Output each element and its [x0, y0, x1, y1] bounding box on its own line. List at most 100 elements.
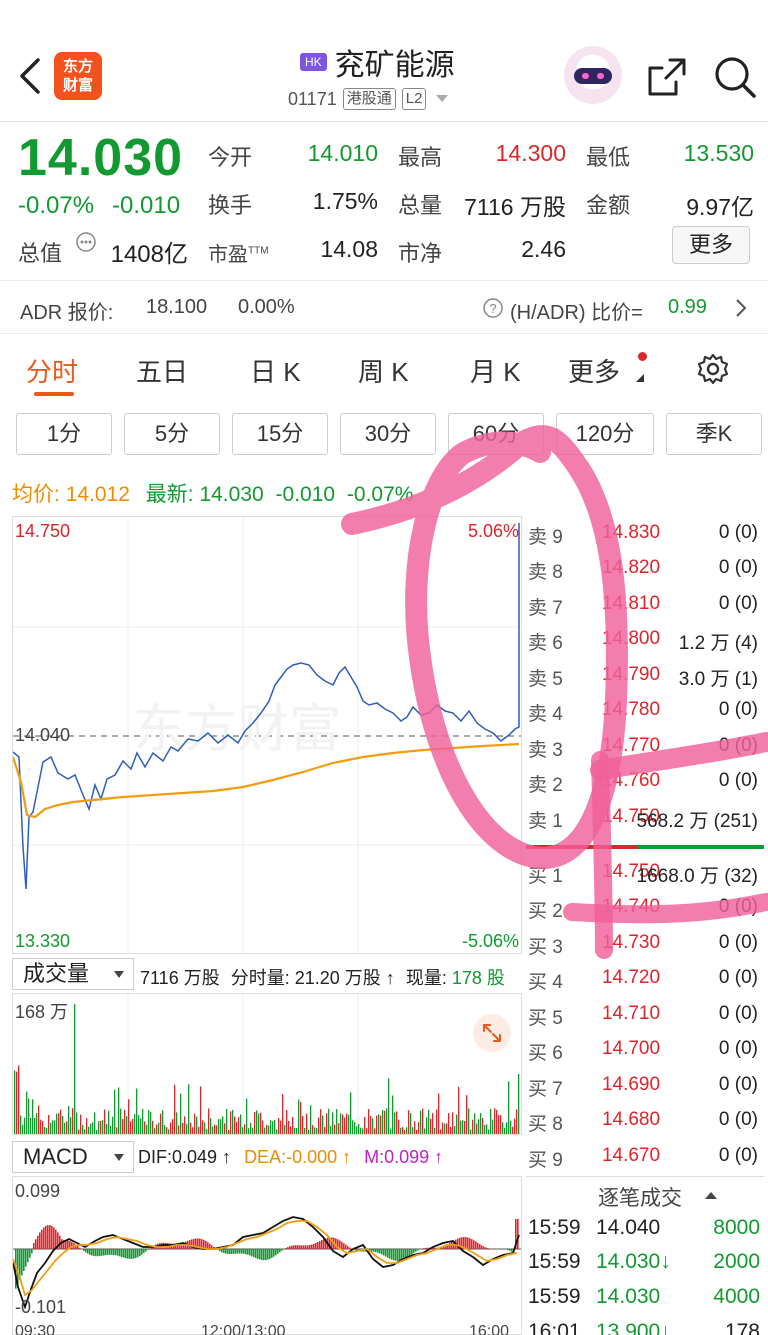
ask-level-3[interactable]: 卖 3 14.770 0 (0): [526, 729, 764, 764]
macd-histogram-bar: [395, 1249, 397, 1261]
macd-histogram-bar: [233, 1249, 235, 1254]
bid-level-3[interactable]: 买 3 14.730 0 (0): [526, 926, 764, 961]
volume-bar: [176, 1112, 178, 1134]
chevron-right-icon[interactable]: [734, 297, 748, 319]
trade-volume: 2000: [713, 1250, 760, 1273]
volume-bar: [22, 1124, 24, 1134]
bid-level-4[interactable]: 买 4 14.720 0 (0): [526, 961, 764, 996]
ask-level-6[interactable]: 卖 6 14.800 1.2 万 (4): [526, 622, 764, 657]
macd-indicator-select[interactable]: MACD: [12, 1141, 134, 1173]
intraday-chart[interactable]: 东方财富 14.750 14.040 13.330 5.06% -5.06%: [12, 516, 522, 954]
volume-bar: [86, 1118, 88, 1134]
macd-chart[interactable]: 0.099 -0.101 09:30 12:00/13:00 16:00: [12, 1176, 522, 1335]
volume-bar: [40, 1119, 42, 1134]
ask-level-1[interactable]: 卖 1 14.750 568.2 万 (251): [526, 800, 764, 835]
minute-volume-label: 分时量:: [230, 968, 290, 988]
volume-bar: [254, 1112, 256, 1134]
bid-level-8[interactable]: 买 8 14.680 0 (0): [526, 1103, 764, 1138]
tab-intraday[interactable]: 分时: [26, 352, 78, 389]
volume-bar: [88, 1126, 90, 1134]
tab-monthly-k[interactable]: 月 K: [470, 352, 521, 389]
volume-bar: [124, 1109, 126, 1134]
pct-axis-top: 5.06%: [467, 521, 519, 541]
volume-bar: [204, 1122, 206, 1134]
search-icon[interactable]: [712, 54, 758, 100]
settings-gear-icon[interactable]: [696, 352, 730, 386]
macd-histogram-bar: [413, 1249, 415, 1253]
tab-daily-k[interactable]: 日 K: [250, 352, 301, 389]
help-icon[interactable]: ?: [482, 297, 504, 319]
ask-level-2[interactable]: 卖 2 14.760 0 (0): [526, 764, 764, 799]
level-side: 买 7: [528, 1079, 563, 1100]
volume-bar: [416, 1129, 418, 1134]
macd-histogram-bar: [67, 1240, 69, 1249]
expand-button[interactable]: [473, 1014, 511, 1052]
tab-more[interactable]: 更多: [568, 352, 620, 389]
macd-histogram-bar: [409, 1249, 411, 1256]
volume-bar: [458, 1086, 460, 1134]
macd-histogram-bar: [259, 1249, 261, 1260]
price-axis-bottom: 13.330: [15, 931, 71, 951]
more-dots-icon[interactable]: [75, 231, 97, 253]
tab-five-day[interactable]: 五日: [136, 352, 188, 389]
ask-level-9[interactable]: 卖 9 14.830 0 (0): [526, 516, 764, 551]
bid-level-1[interactable]: 买 1 14.750 1668.0 万 (32): [526, 855, 764, 890]
volume-bar: [82, 1124, 84, 1134]
volume-bar: [494, 1108, 496, 1134]
volume-bar: [236, 1121, 238, 1134]
more-stats-button[interactable]: 更多: [672, 226, 750, 264]
period-quarterly-k[interactable]: 季K: [666, 413, 762, 455]
volume-bar: [58, 1113, 60, 1134]
bid-level-7[interactable]: 买 7 14.690 0 (0): [526, 1068, 764, 1103]
adr-bar[interactable]: ADR 报价: 18.100 0.00% ? (H/ADR) 比价= 0.99: [0, 280, 768, 334]
stock-subtitle[interactable]: 01171 港股通 L2: [288, 88, 450, 110]
volume-bar: [206, 1128, 208, 1134]
assistant-avatar[interactable]: [564, 46, 622, 104]
level-price: 14.720: [601, 967, 661, 988]
time-axis-start: 09:30: [15, 1323, 56, 1335]
tab-weekly-k[interactable]: 周 K: [358, 352, 409, 389]
trade-row: 15:59 14.040 8000: [526, 1212, 764, 1246]
volume-bar: [300, 1101, 302, 1134]
period-120min[interactable]: 120分: [556, 413, 654, 455]
back-arrow-icon[interactable]: [18, 56, 42, 96]
volume-bar: [38, 1105, 40, 1134]
ask-level-8[interactable]: 卖 8 14.820 0 (0): [526, 551, 764, 586]
volume-bar: [470, 1129, 472, 1134]
ask-level-4[interactable]: 卖 4 14.780 0 (0): [526, 693, 764, 728]
trades-title[interactable]: 逐笔成交: [598, 1182, 682, 1212]
volume-bar: [194, 1113, 196, 1134]
macd-histogram-bar: [263, 1249, 265, 1261]
macd-histogram-bar: [275, 1249, 277, 1256]
level-quantity: 0 (0): [718, 896, 758, 917]
level-side: 买 3: [528, 937, 563, 958]
level-price: 14.830: [601, 522, 661, 543]
macd-histogram-bar: [129, 1249, 131, 1259]
period-5min[interactable]: 5分: [124, 413, 220, 455]
volume-indicator-select[interactable]: 成交量: [12, 958, 134, 990]
sort-up-icon[interactable]: [704, 1190, 718, 1200]
macd-histogram-bar: [25, 1249, 27, 1267]
period-30min[interactable]: 30分: [340, 413, 436, 455]
app-logo[interactable]: 东方 财富: [54, 52, 102, 100]
volume-chart[interactable]: 168 万: [12, 993, 522, 1135]
ask-level-5[interactable]: 卖 5 14.790 3.0 万 (1): [526, 658, 764, 693]
bid-level-2[interactable]: 买 2 14.740 0 (0): [526, 890, 764, 925]
period-60min[interactable]: 60分: [448, 413, 544, 455]
volume-bars: [14, 994, 520, 1134]
level-quantity: 0 (0): [718, 1145, 758, 1166]
bid-level-6[interactable]: 买 6 14.700 0 (0): [526, 1032, 764, 1067]
stock-title[interactable]: HK 兖矿能源: [300, 42, 455, 82]
share-icon[interactable]: [646, 56, 688, 98]
macd-histogram-bar: [371, 1249, 373, 1252]
ask-level-7[interactable]: 卖 7 14.810 0 (0): [526, 587, 764, 622]
bid-level-9[interactable]: 买 9 14.670 0 (0): [526, 1139, 764, 1174]
level-price: 14.820: [601, 557, 661, 578]
bid-level-5[interactable]: 买 5 14.710 0 (0): [526, 997, 764, 1032]
period-1min[interactable]: 1分: [16, 413, 112, 455]
volume-bar: [384, 1110, 386, 1134]
volume-bar: [440, 1129, 442, 1134]
macd-m: M:0.099 ↑: [364, 1147, 444, 1167]
period-15min[interactable]: 15分: [232, 413, 328, 455]
volume-bar: [90, 1123, 92, 1134]
